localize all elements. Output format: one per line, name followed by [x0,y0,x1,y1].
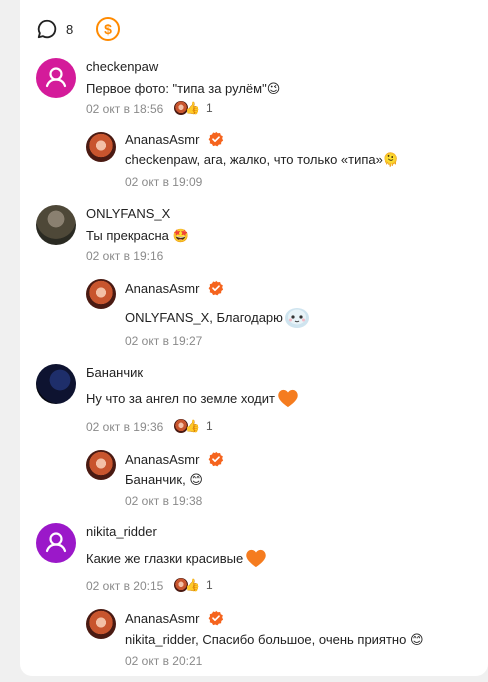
reply-author[interactable]: AnanasAsmr [125,451,224,467]
orange-heart-icon [278,389,298,408]
cute-ghost-sticker-icon [284,308,309,328]
comment-date: 02 окт в 18:56 [86,102,164,116]
smiling-emoji: 😊 [189,472,203,487]
comments-counter[interactable]: 8 [36,17,73,41]
comment-text: Какие же глазки красивые [86,548,267,568]
like-count: 1 [205,578,213,592]
comment-author[interactable]: Бананчик [86,365,143,380]
comment-date: 02 окт в 19:16 [86,249,164,263]
avatar[interactable] [36,58,76,98]
user-placeholder-icon [45,67,67,88]
comment-date: 02 окт в 19:36 [86,420,164,434]
comment-text: Первое фото: "типа за рулём"😉 [86,81,281,96]
verified-badge-icon [208,131,224,147]
reply-date: 02 окт в 19:38 [125,494,203,508]
reply-author[interactable]: AnanasAsmr [125,610,224,626]
reply-text: checkenpaw, ага, жалко, что только «типа… [125,152,400,167]
comment-author[interactable]: checkenpaw [86,59,158,74]
like-summary[interactable]: 👍 1 [174,578,213,592]
like-summary[interactable]: 👍 1 [174,419,213,433]
reply-avatar[interactable] [86,279,116,309]
comment-text: Ты прекрасна 🤩 [86,228,189,243]
verified-badge-icon [208,280,224,296]
avatar[interactable] [36,205,76,245]
reply-avatar[interactable] [86,450,116,480]
reply-author[interactable]: AnanasAsmr [125,280,224,296]
verified-badge-icon [208,451,224,467]
reply-text: nikita_ridder, Спасибо большое, очень пр… [125,632,424,647]
reply-text: Бананчик, 😊 [125,472,203,487]
reply-avatar[interactable] [86,132,116,162]
melting-face-emoji: 🫠 [382,152,400,167]
smiling-emoji: 😊 [409,632,424,647]
comment-bubble-icon [37,19,57,39]
comment-author[interactable]: nikita_ridder [86,524,157,539]
reply-avatar[interactable] [86,609,116,639]
comment-text: Ну что за ангел по земле ходит [86,388,299,408]
comment-date: 02 окт в 20:15 [86,579,164,593]
thumbs-up-icon: 👍 [185,101,200,115]
user-placeholder-icon [45,532,67,553]
comment-count: 8 [66,21,74,37]
reply-date: 02 окт в 19:09 [125,175,203,189]
comment-author[interactable]: ONLYFANS_X [86,206,170,221]
orange-heart-icon [246,549,266,568]
thumbs-up-icon: 👍 [185,578,200,592]
wink-emoji: 😉 [266,81,281,96]
thumbs-up-icon: 👍 [185,419,200,433]
like-summary[interactable]: 👍 1 [174,101,213,115]
avatar[interactable] [36,523,76,563]
like-count: 1 [205,101,213,115]
star-struck-emoji: 🤩 [172,228,189,243]
like-count: 1 [205,419,213,433]
reply-text: ONLYFANS_X, Благодарю [125,304,311,330]
avatar[interactable] [36,364,76,404]
verified-badge-icon [208,610,224,626]
reply-date: 02 окт в 20:21 [125,654,203,668]
reply-author[interactable]: AnanasAsmr [125,131,224,147]
reply-date: 02 окт в 19:27 [125,334,203,348]
donate-coin-icon[interactable]: $ [96,17,120,41]
